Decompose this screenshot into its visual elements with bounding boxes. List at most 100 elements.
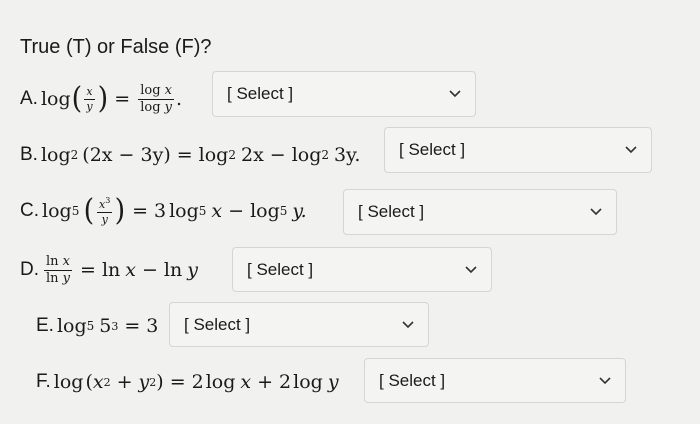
chevron-down-icon bbox=[465, 265, 477, 273]
subscript: 2 bbox=[228, 148, 236, 162]
equation-d: ln x ln y = ln x − ln y bbox=[42, 255, 198, 285]
term: y. bbox=[292, 200, 307, 222]
select-value: [ Select ] bbox=[358, 202, 425, 221]
fraction: ln x ln y bbox=[44, 254, 73, 286]
var-y: y bbox=[187, 259, 198, 282]
log-text: log bbox=[40, 88, 71, 111]
var-y: y bbox=[327, 371, 339, 393]
paren-close: ) bbox=[156, 371, 164, 393]
chevron-down-icon bbox=[599, 376, 611, 384]
var-x: x bbox=[62, 254, 71, 269]
paren-close: ) bbox=[97, 81, 108, 117]
paren-open: ( bbox=[71, 81, 82, 117]
minus: − bbox=[228, 200, 245, 222]
equation-f: log ( x2 + y2 ) = 2 log x + 2 log y bbox=[54, 371, 339, 393]
subscript: 2 bbox=[70, 148, 79, 162]
question-letter: D. bbox=[20, 259, 39, 281]
log-text: log bbox=[169, 200, 199, 222]
question-e: E. log 5 53 = 3 bbox=[36, 315, 158, 337]
question-c: C. log 5 ( x3 y ) = 3 log 5 x − log 5 y. bbox=[20, 196, 307, 226]
term: 2x bbox=[240, 144, 264, 166]
base: 5 bbox=[99, 315, 112, 337]
equals: = bbox=[80, 259, 96, 282]
select-value: [ Select ] bbox=[227, 84, 294, 103]
fraction: x y bbox=[84, 85, 95, 112]
minus: − bbox=[142, 259, 158, 282]
plus: + bbox=[116, 371, 133, 393]
var-y: y bbox=[62, 270, 71, 286]
superscript: 2 bbox=[149, 375, 157, 389]
equation-b: log 2 (2x − 3y) = log 2 2x − log 2 3y. bbox=[41, 144, 360, 166]
subscript: 5 bbox=[71, 204, 80, 218]
var-x: x bbox=[92, 371, 104, 393]
log-text: log bbox=[53, 371, 84, 393]
log-text: log bbox=[140, 99, 161, 115]
page-title: True (T) or False (F)? bbox=[20, 36, 212, 58]
term: 3y. bbox=[334, 144, 361, 166]
var-x: x bbox=[125, 259, 136, 282]
fraction: log x log y bbox=[138, 83, 175, 115]
chevron-down-icon bbox=[449, 90, 461, 98]
log-text: log bbox=[205, 371, 236, 393]
log-text: log bbox=[250, 200, 280, 222]
log-text: log bbox=[198, 144, 229, 166]
log-text: log bbox=[293, 371, 323, 393]
superscript: 3 bbox=[111, 319, 119, 333]
var-x: x bbox=[240, 371, 252, 393]
coefficient: 3 bbox=[154, 200, 167, 222]
question-d: D. ln x ln y = ln x − ln y bbox=[20, 255, 198, 285]
fraction: x3 y bbox=[97, 196, 113, 226]
var-x: x bbox=[211, 200, 223, 222]
ln-text: ln bbox=[46, 270, 59, 286]
var-y: y bbox=[101, 212, 108, 226]
superscript: 2 bbox=[103, 375, 111, 389]
paren-open: ( bbox=[85, 371, 93, 393]
var-y: y bbox=[138, 371, 150, 393]
equals: = bbox=[176, 144, 193, 166]
question-letter: B. bbox=[20, 144, 38, 165]
period: . bbox=[176, 88, 183, 111]
question-letter: C. bbox=[20, 200, 39, 221]
chevron-down-icon bbox=[625, 146, 637, 154]
equals: = bbox=[114, 88, 131, 111]
question-letter: E. bbox=[36, 315, 54, 336]
ln-text: ln bbox=[46, 254, 59, 269]
subscript: 5 bbox=[86, 319, 95, 333]
log-text: log bbox=[42, 200, 72, 222]
var-y: y bbox=[164, 99, 173, 115]
select-value: [ Select ] bbox=[399, 140, 466, 159]
question-letter: F. bbox=[36, 371, 51, 392]
question-f: F. log ( x2 + y2 ) = 2 log x + 2 log y bbox=[36, 371, 339, 393]
coefficient: 2 bbox=[191, 371, 204, 393]
log-text: log bbox=[56, 315, 87, 337]
paren-close: ) bbox=[114, 193, 126, 228]
chevron-down-icon bbox=[402, 320, 414, 328]
select-dropdown-d[interactable]: [ Select ] bbox=[232, 247, 492, 292]
var-x: x bbox=[86, 85, 93, 99]
select-value: [ Select ] bbox=[184, 314, 251, 334]
ln-text: ln bbox=[163, 259, 183, 282]
log-text: log bbox=[291, 144, 322, 166]
argument: (2x − 3y) bbox=[82, 144, 171, 166]
minus: − bbox=[269, 144, 286, 166]
paren-open: ( bbox=[83, 193, 95, 228]
select-dropdown-f[interactable]: [ Select ] bbox=[364, 358, 626, 403]
ln-text: ln bbox=[101, 259, 121, 282]
equation-e: log 5 53 = 3 bbox=[57, 315, 158, 337]
log-text: log bbox=[140, 83, 161, 98]
question-b: B. log 2 (2x − 3y) = log 2 2x − log 2 3y. bbox=[20, 144, 360, 166]
question-a: A. log ( x y ) = log x log y . bbox=[20, 84, 182, 114]
subscript: 5 bbox=[198, 204, 207, 218]
subscript: 2 bbox=[321, 148, 330, 162]
select-dropdown-a[interactable]: [ Select ] bbox=[212, 71, 476, 117]
select-dropdown-c[interactable]: [ Select ] bbox=[343, 189, 617, 235]
select-dropdown-e[interactable]: [ Select ] bbox=[169, 302, 429, 347]
question-letter: A. bbox=[20, 88, 38, 110]
rhs-value: 3 bbox=[146, 315, 159, 337]
equation-a: log ( x y ) = log x log y . bbox=[41, 84, 182, 114]
log-text: log bbox=[40, 144, 71, 166]
var-x: x bbox=[164, 83, 173, 98]
plus: + bbox=[257, 371, 274, 393]
select-dropdown-b[interactable]: [ Select ] bbox=[384, 127, 652, 173]
equals: = bbox=[132, 200, 148, 222]
